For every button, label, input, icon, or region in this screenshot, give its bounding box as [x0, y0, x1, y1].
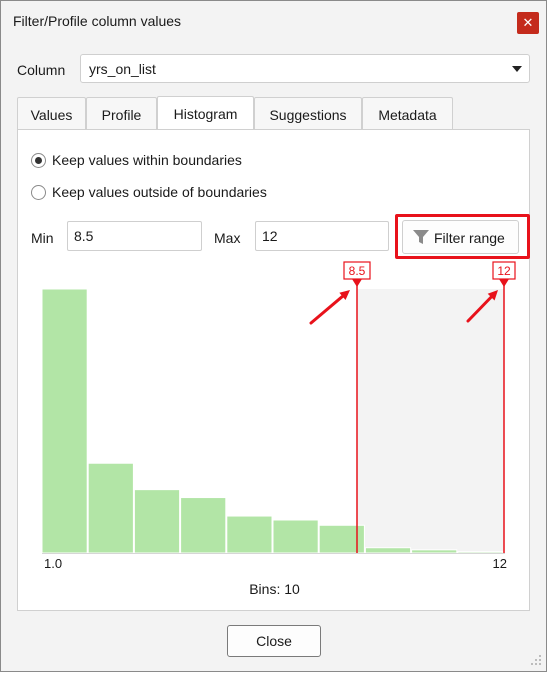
histogram-chart: 1.0 12 8.5 12 — [41, 261, 516, 571]
close-button[interactable]: Close — [227, 625, 321, 657]
max-boundary-marker-label: 12 — [497, 264, 511, 278]
x-axis-min-label: 1.0 — [44, 556, 62, 571]
min-boundary-marker-label: 8.5 — [349, 264, 366, 278]
histogram-bar — [41, 288, 88, 554]
histogram-bar — [180, 497, 227, 554]
bins-label: Bins: 10 — [249, 581, 300, 597]
histogram-bar — [87, 462, 134, 554]
resize-grip-icon[interactable] — [529, 653, 543, 667]
min-annotation-arrow-shaft — [309, 293, 346, 325]
histogram-bar — [226, 515, 273, 554]
histogram-bar — [133, 489, 181, 554]
histogram-bar — [457, 551, 504, 554]
excluded-region — [357, 289, 504, 553]
max-boundary-marker-pointer — [499, 279, 509, 287]
histogram-bar — [364, 547, 412, 554]
filter-profile-dialog: Filter/Profile column values ✕ Column yr… — [0, 0, 547, 672]
histogram-bar — [411, 549, 458, 554]
histogram-bar — [272, 519, 319, 554]
x-axis-max-label: 12 — [493, 556, 507, 571]
min-boundary-marker-pointer — [352, 279, 362, 287]
